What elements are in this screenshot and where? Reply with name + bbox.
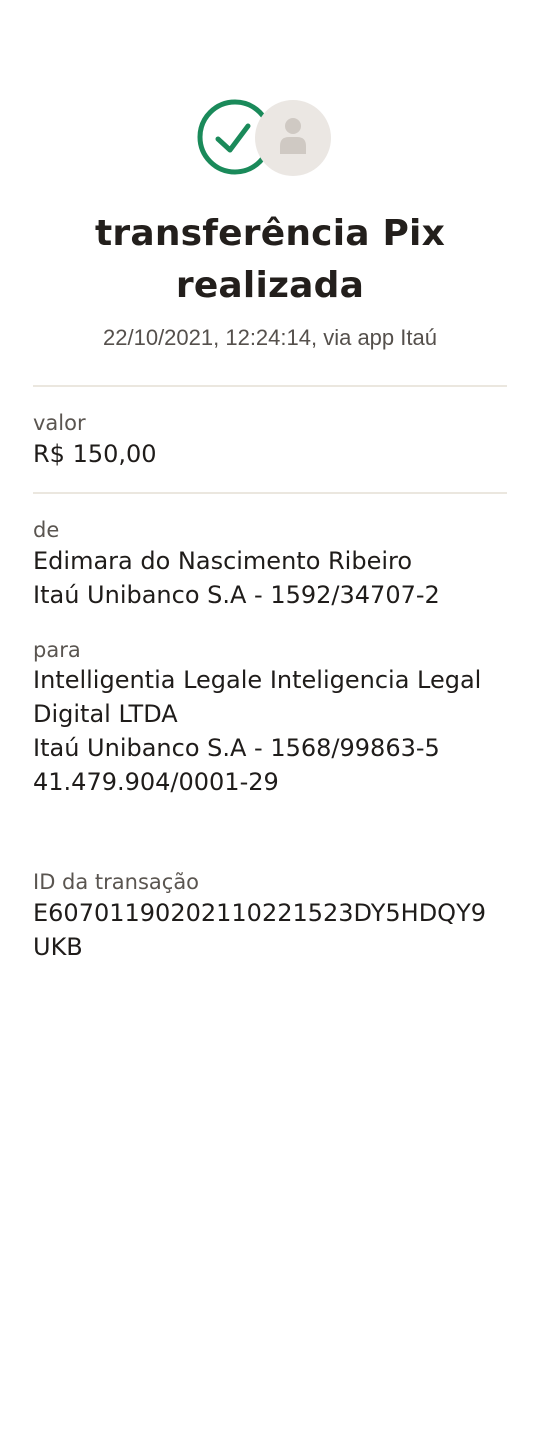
transaction-id-line-2: UKB <box>33 933 83 961</box>
payee-name-line-2: Digital LTDA <box>33 700 178 728</box>
title-line-1: transferência Pix <box>94 213 446 254</box>
valor-amount: R$ 150,00 <box>33 437 513 471</box>
payee-document: 41.479.904/0001-29 <box>33 768 279 796</box>
transaction-id: E60701190202110221523DY5HDQY9 UKB <box>33 896 513 964</box>
transaction-id-line-1: E60701190202110221523DY5HDQY9 <box>33 899 486 927</box>
divider <box>33 385 507 387</box>
payer-bank: Itaú Unibanco S.A - 1592/34707-2 <box>33 581 440 609</box>
title-line-2: realizada <box>175 265 365 306</box>
de-label: de <box>33 518 60 542</box>
payee-details: Intelligentia Legale Inteligencia Legal … <box>33 663 513 799</box>
payer-details: Edimara do Nascimento Ribeiro Itaú Uniba… <box>33 544 513 612</box>
payee-bank: Itaú Unibanco S.A - 1568/99863-5 <box>33 734 440 762</box>
para-label: para <box>33 638 81 662</box>
payee-name-line-1: Intelligentia Legale Inteligencia Legal <box>33 666 482 694</box>
page-title: transferência Pix realizada <box>0 208 540 312</box>
transfer-datetime: 22/10/2021, 12:24:14, via app Itaú <box>103 325 437 350</box>
status-icons-graphic <box>197 99 331 176</box>
transfer-status-icons <box>196 98 336 178</box>
payer-name: Edimara do Nascimento Ribeiro <box>33 547 413 575</box>
amount-value: R$ 150,00 <box>33 440 157 468</box>
valor-label: valor <box>33 411 86 435</box>
divider <box>33 492 507 494</box>
transaction-id-label: ID da transação <box>33 870 200 894</box>
avatar-person-icon <box>255 100 331 176</box>
